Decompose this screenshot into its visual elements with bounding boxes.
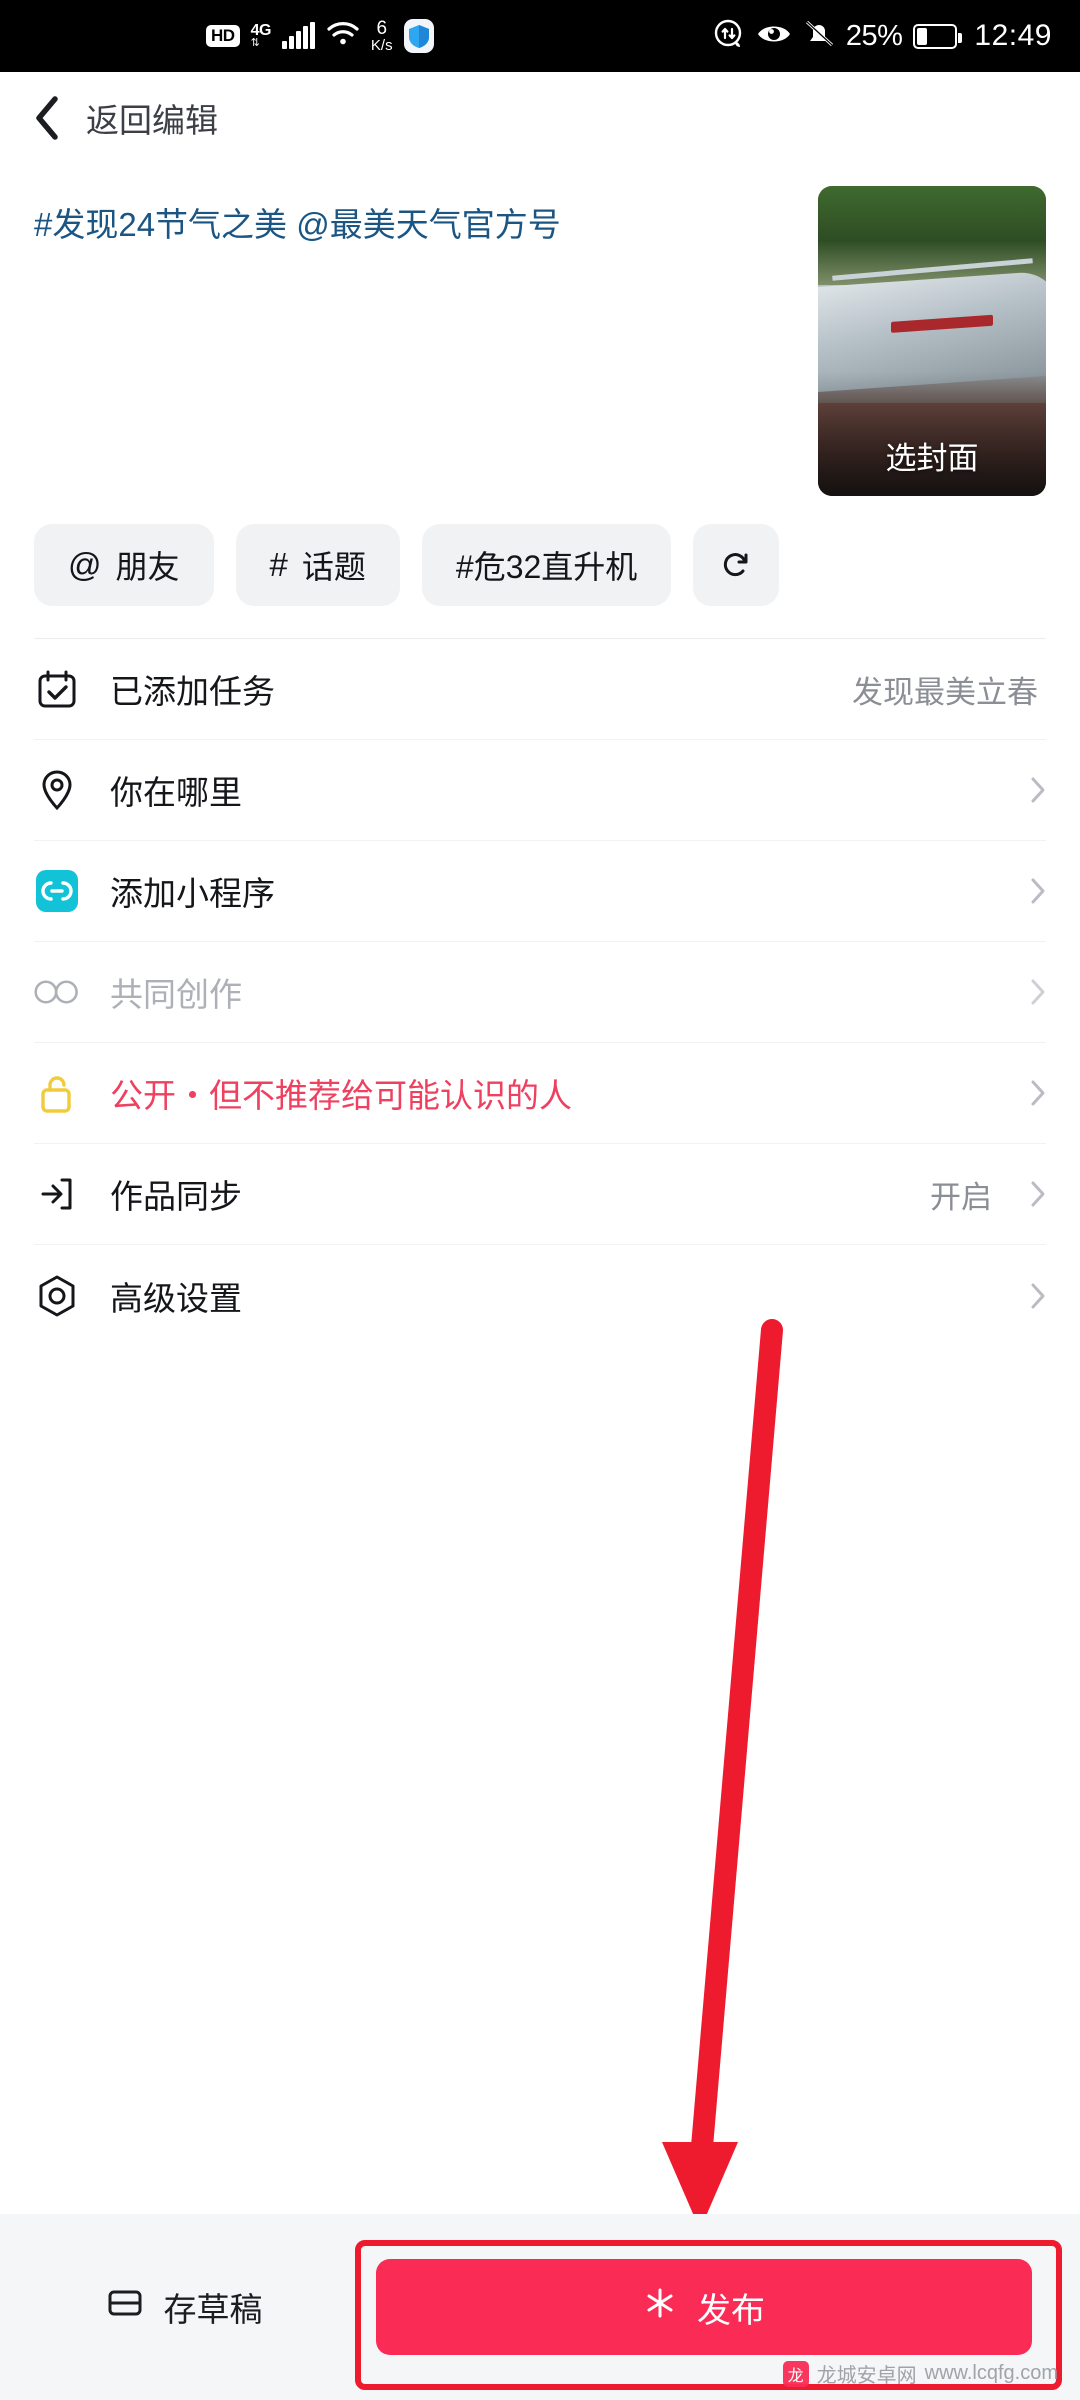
bell-muted-icon [803,18,835,55]
chevron-right-icon [1030,877,1046,905]
hd-icon: HD [206,25,240,47]
row-mini-program[interactable]: 添加小程序 [34,841,1046,942]
watermark-sub: www.lcqfg.com [924,2362,1058,2384]
battery-percent-label: 25% [845,19,903,52]
options-list: 已添加任务 发现最美立春 你在哪里 添加小程序 共同创作 公开・但不推荐给可能认… [0,639,1080,1346]
watermark-logo-icon: 龙 [782,2360,809,2387]
publish-button[interactable]: 发布 [376,2259,1032,2355]
row-added-task-label: 已添加任务 [110,673,275,710]
cover-thumbnail[interactable]: 选封面 [818,186,1046,496]
publish-label: 发布 [697,2291,765,2330]
chevron-right-icon [1030,1180,1046,1208]
quick-tag-list: @ 朋友 # 话题 #危32直升机 [34,524,1080,606]
chevron-right-icon [1030,1282,1046,1310]
clock-label: 12:49 [974,19,1052,52]
row-privacy[interactable]: 公开・但不推荐给可能认识的人 [34,1043,1046,1144]
caption-input[interactable]: #发现24节气之美 @最美天气官方号 [34,186,796,496]
mini-program-icon [34,868,80,914]
quick-tag-bar: @ 朋友 # 话题 #危32直升机 [0,524,1080,606]
row-advanced-settings-label: 高级设置 [110,1279,242,1317]
co-icon [34,969,80,1015]
back-to-edit-label: 返回编辑 [86,102,218,139]
location-pin-icon [34,767,80,813]
chevron-left-icon [34,96,60,140]
chevron-right-icon [1030,1079,1046,1107]
chip-mention-prefix: @ [68,546,102,583]
publish-button-wrap: 发布 [362,2252,1046,2362]
sync-out-icon [34,1171,80,1217]
status-bar-right: 25% 12:49 [713,18,1052,55]
chevron-right-icon [1030,978,1046,1006]
shield-icon [403,18,434,53]
row-mini-program-label: 添加小程序 [110,875,275,912]
gear-hex-icon [34,1273,80,1319]
row-location-label: 你在哪里 [110,774,242,811]
compose-section: #发现24节气之美 @最美天气官方号 选封面 [0,164,1080,496]
chip-hashtag-ka32-label: #危32直升机 [455,549,638,585]
battery-icon [913,23,963,49]
row-added-task-value: 发现最美立春 [852,674,1038,710]
back-to-edit-button[interactable]: 返回编辑 [34,94,218,142]
chip-refresh[interactable] [693,524,780,606]
chip-mention-label: 朋友 [115,549,180,585]
unlock-icon [34,1070,80,1116]
signal-bars-icon [281,21,315,49]
select-cover-label: 选封面 [885,441,979,476]
row-location[interactable]: 你在哪里 [34,740,1046,841]
sync-arrows-icon [713,18,745,55]
phone-screen: HD 4G ⇅ 6 K/s 25% 12:49 返回编辑 #发现24节气之美 @… [0,0,1080,2400]
row-sync-value: 开启 [930,1179,992,1215]
chevron-right-icon [1030,776,1046,804]
save-draft-icon [106,2284,144,2330]
status-bar: HD 4G ⇅ 6 K/s 25% 12:49 [0,0,1080,72]
watermark-text: 龙城安卓网 [816,2365,917,2387]
row-advanced-settings[interactable]: 高级设置 [34,1245,1046,1346]
chip-topic-label: 话题 [301,549,366,585]
top-navigation-bar: 返回编辑 [0,72,1080,164]
row-added-task[interactable]: 已添加任务 发现最美立春 [34,639,1046,740]
chip-hashtag-ka32[interactable]: #危32直升机 [421,524,672,606]
row-sync[interactable]: 作品同步 开启 [34,1144,1046,1245]
caption-text: #发现24节气之美 @最美天气官方号 [34,206,561,243]
row-co-creation-label: 共同创作 [110,976,242,1013]
save-draft-label: 存草稿 [163,2291,263,2328]
network-speed-indicator: 6 K/s [370,17,393,55]
save-draft-button[interactable]: 存草稿 [34,2259,334,2355]
refresh-icon [719,548,753,582]
sparkle-icon [643,2286,677,2329]
chip-mention-friend[interactable]: @ 朋友 [34,524,214,606]
row-co-creation[interactable]: 共同创作 [34,942,1046,1043]
wifi-icon [326,20,360,51]
status-bar-left: HD 4G ⇅ 6 K/s [206,17,434,55]
row-sync-label: 作品同步 [110,1178,242,1215]
network-type-icon: 4G ⇅ [250,21,272,49]
chip-topic-prefix: # [269,546,288,583]
chip-topic[interactable]: # 话题 [235,524,400,606]
row-privacy-label: 公开・但不推荐给可能认识的人 [110,1077,572,1114]
calendar-check-icon [34,666,80,712]
watermark: 龙 龙城安卓网 www.lcqfg.com [782,2359,1058,2388]
eye-icon [756,21,792,52]
